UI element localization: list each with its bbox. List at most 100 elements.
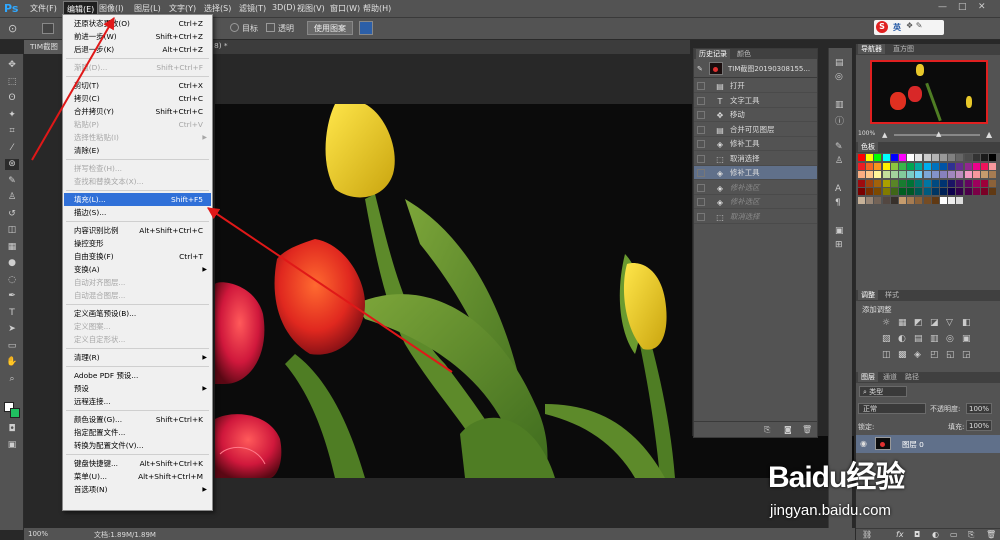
color-swatch[interactable] (874, 188, 882, 195)
patch-tool-icon[interactable]: ⊛ (5, 159, 19, 170)
edit-menu-item[interactable]: 预设 ▶ (64, 382, 211, 395)
edit-menu-item[interactable]: 远程连接... (64, 395, 211, 408)
adjustment-icon[interactable]: ◫ (882, 350, 891, 360)
edit-menu-item[interactable]: 还原状态更改(O) Ctrl+Z (64, 17, 211, 30)
edit-menu-item[interactable]: 清理(R) ▶ (64, 351, 211, 364)
color-swatch[interactable] (907, 162, 915, 170)
crop-tool-icon[interactable]: ⌗ (5, 126, 19, 137)
tab-navigator[interactable]: 导航器 (858, 44, 885, 54)
edit-menu-item[interactable]: 指定配置文件... (64, 426, 211, 439)
color-swatch[interactable] (858, 171, 865, 178)
stamp-tool-icon[interactable]: ♙ (5, 192, 19, 203)
color-swatch[interactable] (858, 188, 865, 195)
edit-menu-item[interactable]: 自由变换(F) Ctrl+T (64, 250, 211, 263)
adjustment-icon[interactable]: ▣ (962, 334, 971, 344)
color-swatch[interactable] (940, 171, 947, 178)
properties-icon[interactable]: ▥ (835, 100, 844, 110)
zoom-in-icon[interactable]: ▲ (986, 130, 992, 139)
menubar-item-0[interactable]: 文件(F) (30, 3, 57, 14)
ime-tools-icon[interactable]: ❖ ✎ (906, 21, 922, 30)
color-swatch[interactable] (948, 171, 956, 178)
color-swatch[interactable] (981, 171, 988, 178)
color-swatch[interactable] (931, 179, 939, 187)
color-swatch[interactable] (858, 196, 865, 204)
zoom-slider[interactable]: 100% ▲ ▲ ▲ (858, 130, 998, 140)
color-swatch[interactable] (915, 171, 923, 178)
character-icon[interactable]: A (835, 184, 841, 194)
path-select-icon[interactable]: ➤ (5, 324, 19, 335)
color-swatch[interactable] (956, 154, 964, 161)
color-swatch[interactable] (948, 188, 956, 195)
color-swatch[interactable] (972, 179, 980, 187)
color-swatch[interactable] (989, 171, 997, 178)
shape-tool-icon[interactable]: ▭ (5, 341, 19, 352)
color-swatch[interactable] (981, 162, 988, 170)
color-swatch[interactable] (882, 171, 890, 178)
adjustment-icon[interactable]: ▥ (930, 334, 939, 344)
document-tab[interactable]: TIM截图 (24, 40, 62, 54)
color-swatch[interactable] (931, 196, 939, 204)
color-swatch[interactable] (940, 188, 947, 195)
history-source-checkbox[interactable] (697, 140, 705, 148)
color-swatch[interactable] (858, 162, 865, 170)
menubar-item-9[interactable]: 窗口(W) (330, 3, 360, 14)
color-swatch[interactable] (890, 179, 898, 187)
menubar-item-8[interactable]: 视图(V) (297, 3, 325, 14)
edit-menu-item[interactable]: 颜色设置(G)... Shift+Ctrl+K (64, 413, 211, 426)
color-swatch[interactable] (940, 162, 947, 170)
color-swatch[interactable] (890, 154, 898, 161)
color-swatch[interactable] (882, 196, 890, 204)
color-swatch[interactable] (874, 154, 882, 161)
color-swatch[interactable] (866, 179, 874, 187)
color-swatch[interactable] (956, 171, 964, 178)
layer-kind-filter[interactable]: ⌕ 类型 (859, 386, 907, 397)
color-swatch[interactable] (923, 171, 931, 178)
history-panel-icon[interactable]: ▤ (835, 58, 844, 68)
paragraph-icon[interactable]: ¶ (835, 198, 841, 208)
color-swatch[interactable] (907, 179, 915, 187)
menubar-item-10[interactable]: 帮助(H) (363, 3, 391, 14)
color-swatch[interactable] (964, 171, 972, 178)
actions-icon[interactable]: ◎ (835, 72, 843, 82)
layer-row[interactable]: ◉ 图层 0 (856, 435, 1000, 453)
adjustment-icon[interactable]: ☼ (882, 318, 890, 328)
menubar-item-4[interactable]: 文字(Y) (169, 3, 196, 14)
color-swatch[interactable] (964, 188, 972, 195)
color-swatch[interactable] (882, 188, 890, 195)
history-source-checkbox[interactable] (697, 125, 705, 134)
brush-panel-icon[interactable]: ✎ (835, 142, 843, 152)
close-icon[interactable]: ✕ (978, 2, 986, 12)
color-swatch[interactable] (874, 196, 882, 204)
color-swatch[interactable] (866, 188, 874, 195)
color-swatch[interactable] (981, 188, 988, 195)
hand-tool-icon[interactable]: ✋ (5, 357, 19, 368)
history-state[interactable]: ✥ 移动 (694, 108, 817, 122)
history-state[interactable]: ◈ 修补工具 (694, 166, 817, 180)
color-swatch[interactable] (923, 162, 931, 170)
color-swatch[interactable] (899, 179, 906, 187)
menubar-item-7[interactable]: 3D(D) (272, 3, 296, 12)
color-swatch[interactable] (890, 196, 898, 204)
color-swatch[interactable] (931, 171, 939, 178)
color-swatch[interactable] (890, 171, 898, 178)
history-source-checkbox[interactable] (697, 154, 705, 163)
fill-input[interactable]: 100% (966, 420, 992, 431)
blend-mode-select[interactable]: 正常 (858, 403, 926, 414)
dodge-tool-icon[interactable]: ◌ (5, 275, 19, 286)
color-swatch[interactable] (915, 154, 923, 161)
target-radio[interactable] (230, 23, 239, 32)
ime-mode[interactable]: 英 (893, 22, 901, 33)
color-swatch[interactable] (858, 154, 865, 161)
adjustment-icon[interactable]: ◰ (930, 350, 939, 360)
history-state[interactable]: T 文字工具 (694, 94, 817, 108)
history-state[interactable]: ◈ 修补选区 (694, 195, 817, 209)
tab-layers[interactable]: 图层 (858, 372, 878, 382)
color-swatch[interactable] (890, 162, 898, 170)
adjustment-icon[interactable]: ▽ (946, 318, 953, 328)
tab-color[interactable]: 颜色 (734, 49, 754, 59)
tab-swatches[interactable]: 色板 (858, 142, 878, 152)
color-swatch[interactable] (956, 188, 964, 195)
color-swatch[interactable] (858, 179, 865, 187)
adjustment-icon[interactable]: ◧ (962, 318, 971, 328)
history-source-checkbox[interactable] (697, 212, 705, 221)
